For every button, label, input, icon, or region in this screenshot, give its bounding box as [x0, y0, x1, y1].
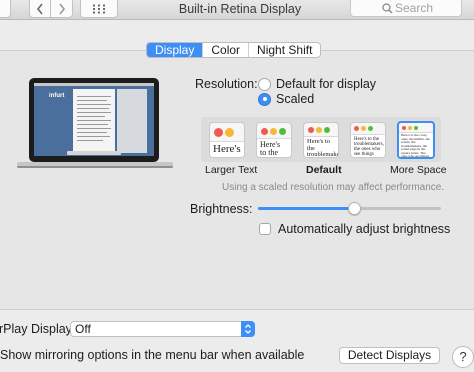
- laptop-illustration: [17, 78, 173, 168]
- help-button[interactable]: ?: [452, 346, 474, 368]
- chevron-left-icon: [36, 3, 43, 14]
- show-all-button[interactable]: [80, 0, 118, 18]
- laptop-screen-logo: infurt: [49, 93, 65, 99]
- grid-icon: [93, 4, 105, 13]
- scale-preview-text: Here's: [210, 141, 244, 157]
- airplay-display-label: rPlay Display:: [0, 322, 76, 336]
- radio-button-selected[interactable]: [258, 92, 271, 106]
- performance-note: Using a scaled resolution may affect per…: [222, 182, 445, 193]
- scale-preview-text: Here's to the crazy ones, the misfits, t…: [399, 132, 433, 157]
- radio-button[interactable]: [258, 77, 271, 91]
- window-controls-icon: [261, 128, 286, 135]
- scale-option-2[interactable]: Here's to the troublemak: [256, 122, 292, 158]
- scale-preview-text: Here's to the troublemakers, the ones wh…: [351, 134, 385, 157]
- scale-option-more-space[interactable]: Here's to the crazy ones, the misfits, t…: [397, 121, 435, 159]
- brightness-slider-fill: [258, 207, 355, 210]
- toolbar-edge-button[interactable]: [0, 0, 11, 18]
- airplay-display-select[interactable]: Off: [70, 321, 255, 337]
- scale-preview-text: Here's to the troublemak: [257, 138, 291, 157]
- search-icon: [382, 3, 393, 14]
- scale-label-more-space: More Space: [390, 164, 447, 176]
- tab-display[interactable]: Display: [147, 43, 203, 57]
- airplay-select-value: Off: [75, 322, 91, 336]
- window-controls-icon: [402, 126, 418, 130]
- radio-label: Default for display: [276, 77, 377, 91]
- search-field[interactable]: Search: [350, 0, 462, 17]
- chevron-right-icon: [58, 3, 65, 14]
- radio-default-for-display[interactable]: Default for display: [258, 77, 376, 91]
- scale-option-4[interactable]: Here's to the troublemakers, the ones wh…: [350, 122, 386, 158]
- tab-color[interactable]: Color: [202, 43, 248, 57]
- auto-brightness-label: Automatically adjust brightness: [278, 222, 451, 236]
- window-controls-icon: [354, 126, 373, 131]
- tab-bar: Display Color Night Shift: [146, 42, 322, 58]
- radio-label: Scaled: [276, 92, 315, 106]
- scale-preview-text: Here's to the troublemakers ones who see: [304, 136, 338, 157]
- scale-option-larger-text[interactable]: Here's: [209, 122, 245, 158]
- scale-label-default: Default: [306, 164, 342, 176]
- window-controls-icon: [214, 128, 234, 137]
- forward-button[interactable]: [51, 0, 73, 18]
- search-placeholder: Search: [395, 1, 434, 15]
- brightness-label: Brightness:: [190, 202, 253, 216]
- window-controls-icon: [308, 127, 330, 133]
- back-button[interactable]: [29, 0, 51, 18]
- select-arrows-icon: [241, 321, 255, 337]
- scale-option-default[interactable]: Here's to the troublemakers ones who see: [303, 122, 339, 158]
- radio-scaled[interactable]: Scaled: [258, 92, 314, 106]
- tab-night-shift[interactable]: Night Shift: [248, 43, 320, 57]
- checkbox-box[interactable]: [259, 223, 271, 235]
- scale-label-larger-text: Larger Text: [205, 164, 258, 176]
- detect-displays-button[interactable]: Detect Displays: [339, 347, 440, 364]
- window-title: Built-in Retina Display: [178, 2, 302, 16]
- mirroring-option-label[interactable]: Show mirroring options in the menu bar w…: [0, 348, 304, 362]
- auto-brightness-checkbox[interactable]: Automatically adjust brightness: [259, 222, 450, 236]
- resolution-label: Resolution:: [195, 77, 258, 91]
- toolbar: Built-in Retina Display Search: [0, 0, 474, 20]
